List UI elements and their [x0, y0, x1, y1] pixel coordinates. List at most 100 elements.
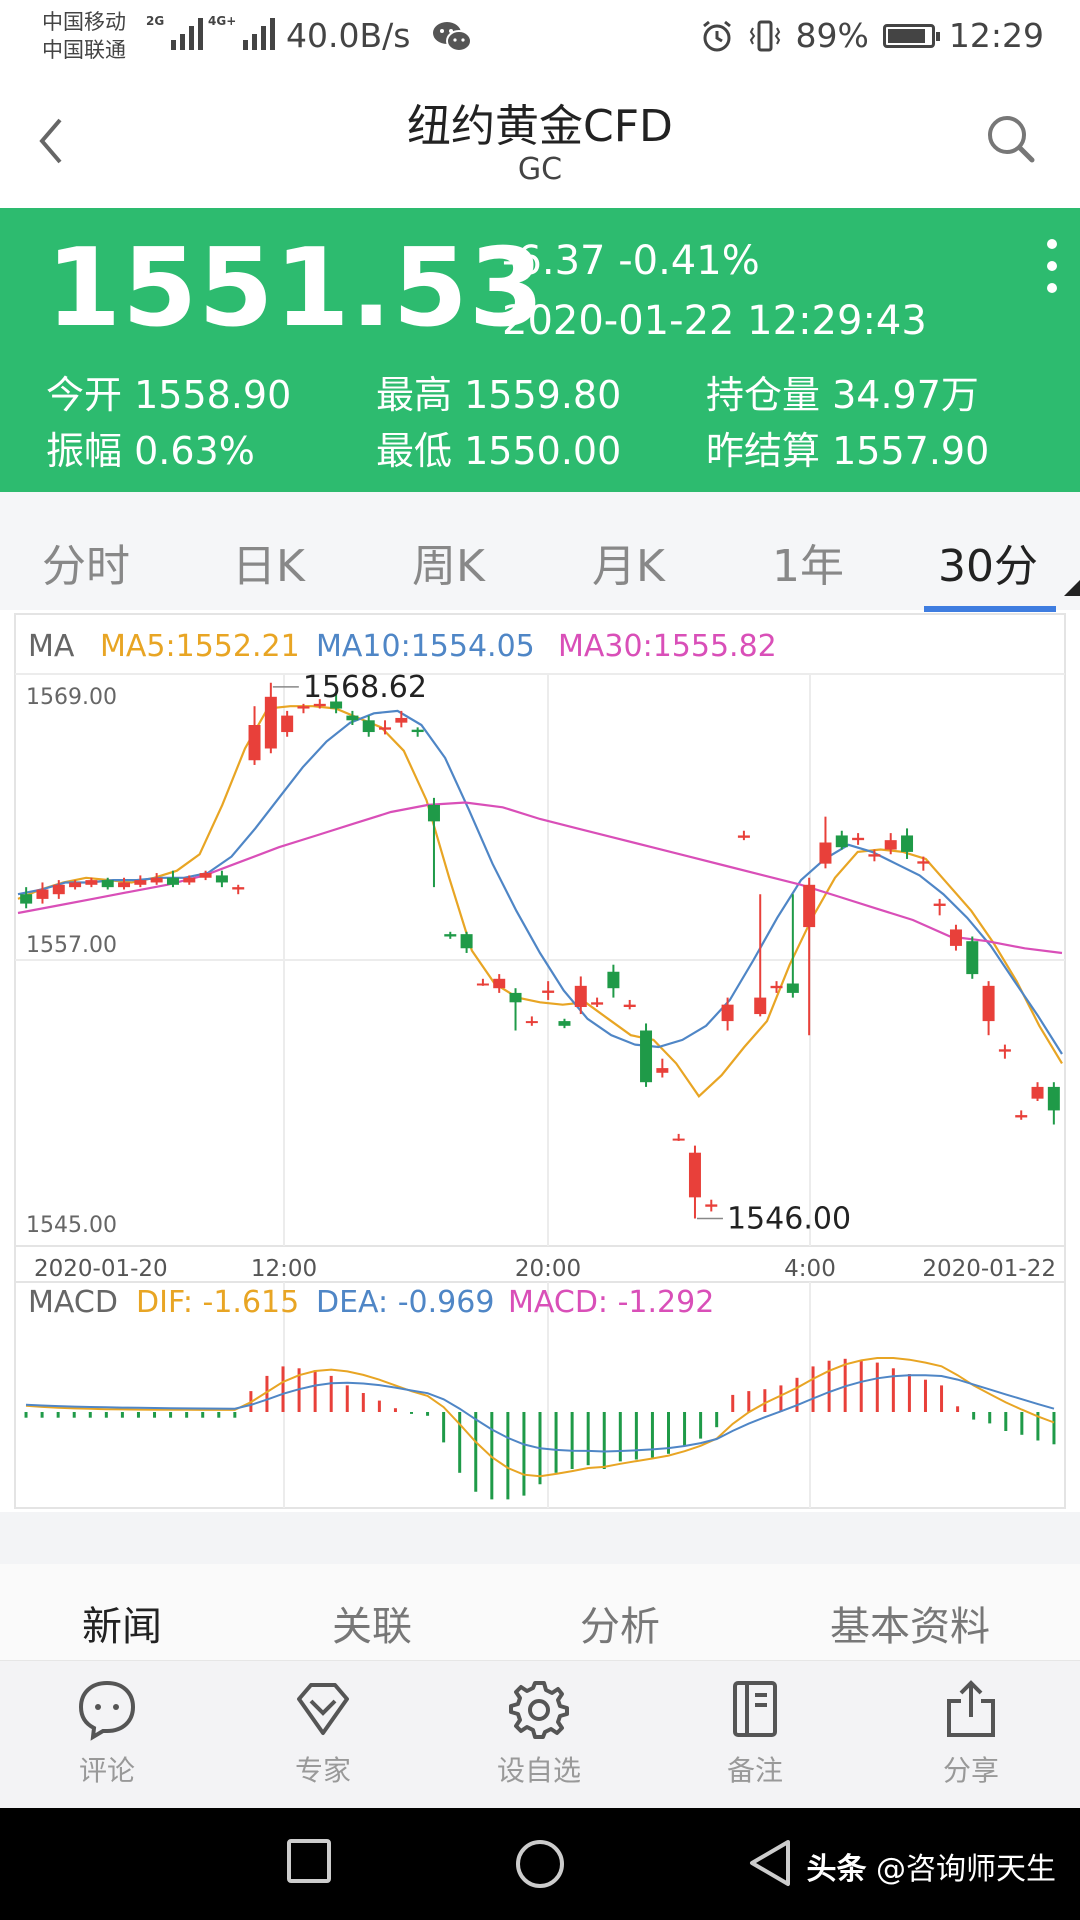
- carrier-2: 中国联通: [42, 38, 126, 62]
- candle-body: [20, 894, 33, 904]
- search-icon[interactable]: [986, 114, 1036, 168]
- stat-amplitude: 振幅 0.63%: [46, 429, 255, 473]
- carrier-1: 中国移动: [42, 10, 126, 34]
- battery-icon: [882, 23, 940, 48]
- candle-body: [574, 985, 587, 1007]
- x-tick-label: 4:00: [784, 1256, 836, 1282]
- candle-body: [982, 985, 995, 1022]
- candle-body: [69, 882, 82, 888]
- tab-daily-k[interactable]: 日K: [232, 530, 305, 594]
- add-watchlist-button[interactable]: 设自选: [464, 1677, 614, 1789]
- recent-apps-icon[interactable]: [286, 1838, 332, 1888]
- settings-icon: [509, 1681, 569, 1739]
- chart-area[interactable]: MA MA5:1552.21 MA10:1554.05 MA30:1555.82…: [0, 612, 1080, 1512]
- candle-body: [754, 997, 767, 1015]
- candle-body: [150, 877, 163, 883]
- corner-triangle-icon: [1064, 580, 1080, 596]
- signal-2-tag: 4G+: [208, 14, 237, 28]
- candle-body: [476, 983, 489, 986]
- dea-legend: DEA: -0.969: [316, 1285, 494, 1320]
- candle-body: [52, 884, 65, 895]
- tab-news[interactable]: 新闻: [82, 1594, 162, 1652]
- tab-analysis[interactable]: 分析: [580, 1594, 660, 1652]
- candle-body: [623, 1004, 636, 1007]
- note-label: 备注: [726, 1754, 783, 1787]
- candle-body: [819, 842, 832, 864]
- candle-body: [803, 884, 816, 928]
- info-tabs: 新闻 关联 分析 基本资料: [0, 1564, 1080, 1660]
- candle-body: [949, 929, 962, 946]
- more-vertical-icon[interactable]: [1046, 238, 1058, 298]
- candle-body: [362, 720, 375, 733]
- y-tick-label: 1557.00: [26, 933, 117, 958]
- macd-panel: [24, 1357, 1056, 1500]
- tab-related[interactable]: 关联: [332, 1594, 412, 1652]
- dif-legend: DIF: -1.615: [136, 1285, 299, 1320]
- add-watchlist-label: 设自选: [496, 1754, 581, 1787]
- ma-lines: [17, 705, 1063, 1098]
- candle-body: [118, 882, 131, 888]
- app-root: 中国移动 中国联通 2G 4G+ 40.0B/s 89% 12:29 纽约黄金C…: [0, 0, 1080, 1920]
- candle-body: [85, 880, 98, 885]
- y-tick-label: 1569.00: [26, 685, 117, 710]
- comment-icon: [78, 1680, 136, 1741]
- home-icon[interactable]: [514, 1838, 566, 1894]
- expert-label: 专家: [294, 1754, 351, 1787]
- candle-body: [998, 1049, 1011, 1052]
- share-button[interactable]: 分享: [896, 1677, 1046, 1789]
- x-tick-label: 12:00: [251, 1256, 317, 1282]
- stat-high: 最高 1559.80: [376, 373, 622, 417]
- candle-body: [460, 934, 473, 949]
- candle-body: [901, 835, 914, 852]
- candle-body: [411, 729, 424, 733]
- note-button[interactable]: 备注: [680, 1677, 830, 1789]
- tab-fundamentals[interactable]: 基本资料: [830, 1594, 990, 1652]
- ma-legend-label: MA: [28, 629, 75, 664]
- share-icon: [947, 1680, 995, 1737]
- candle-body: [183, 877, 196, 883]
- x-tick-label: 20:00: [515, 1256, 581, 1282]
- tab-monthly-k[interactable]: 月K: [592, 530, 665, 594]
- candle-body: [525, 1021, 538, 1024]
- candle-body: [215, 875, 228, 883]
- candle-body: [509, 992, 522, 1003]
- tab-30-min[interactable]: 30分: [938, 530, 1038, 594]
- vibrate-icon: [749, 20, 780, 51]
- candle-body: [705, 1204, 718, 1207]
- candle-body: [884, 840, 897, 850]
- signal-2-icon: 4G+: [208, 14, 276, 50]
- candle-body: [1047, 1086, 1060, 1111]
- candle-body: [166, 877, 179, 885]
- price-annotations: 1568.62 1546.00: [272, 670, 851, 1237]
- candle-body: [232, 887, 245, 890]
- clock: 12:29: [948, 16, 1044, 55]
- carrier-info: 中国移动 中国联通: [42, 8, 126, 64]
- ma-line-ma5: [17, 705, 1063, 1098]
- stat-prev-settle: 昨结算 1557.90: [706, 429, 990, 473]
- stat-open-interest: 持仓量 34.97万: [706, 373, 979, 417]
- battery-percent: 89%: [795, 16, 869, 55]
- candle-body: [134, 880, 147, 885]
- tab-intraday[interactable]: 分时: [42, 530, 130, 594]
- tab-weekly-k[interactable]: 周K: [412, 530, 485, 594]
- ma30-legend: MA30:1555.82: [558, 629, 777, 664]
- comment-button[interactable]: 评论: [32, 1677, 182, 1789]
- x-axis-labels: 2020-01-20 12:00 20:00 4:00 2020-01-22: [34, 1256, 1056, 1282]
- share-label: 分享: [942, 1754, 999, 1787]
- chart-grid: [15, 674, 1065, 1508]
- price-chart[interactable]: MA MA5:1552.21 MA10:1554.05 MA30:1555.82…: [0, 612, 1080, 1512]
- status-bar: 中国移动 中国联通 2G 4G+ 40.0B/s 89% 12:29: [0, 0, 1080, 76]
- expert-button[interactable]: 专家: [248, 1677, 398, 1789]
- back-icon[interactable]: [746, 1838, 792, 1892]
- tab-1-year[interactable]: 1年: [772, 530, 844, 594]
- wechat-icon: [432, 20, 472, 58]
- candle-body: [427, 804, 440, 822]
- candle-body: [852, 837, 865, 841]
- last-price: 1551.53: [46, 226, 545, 351]
- bottom-toolbar: 评论 专家 设自选 备注 分享: [0, 1660, 1080, 1808]
- ma10-legend: MA10:1554.05: [316, 629, 535, 664]
- candle-body: [558, 1021, 571, 1026]
- expert-icon: [297, 1683, 349, 1735]
- candle-body: [607, 971, 620, 989]
- candle-body: [101, 880, 114, 888]
